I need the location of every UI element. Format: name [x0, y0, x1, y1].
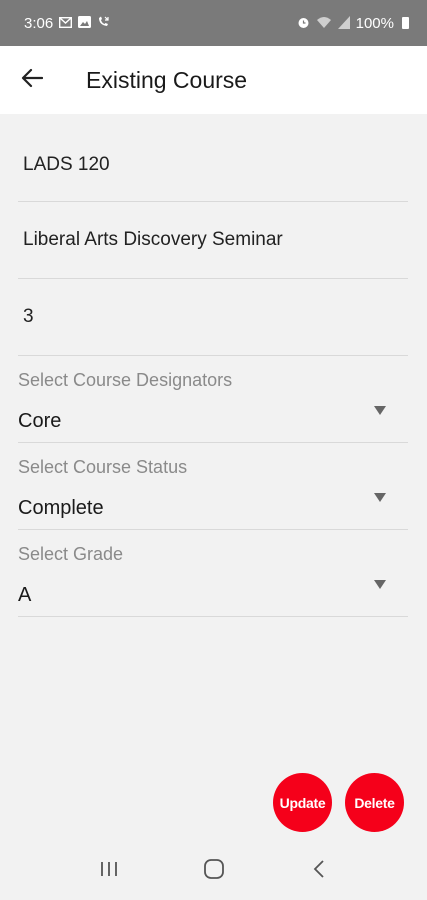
- course-form: LADS 120 Liberal Arts Discovery Seminar …: [18, 114, 408, 617]
- status-label: Select Course Status: [18, 457, 188, 477]
- gallery-icon: [78, 16, 92, 30]
- recent-apps-icon: [99, 860, 119, 883]
- status-time: 3:06: [24, 14, 54, 32]
- home-icon: [203, 858, 225, 885]
- back-icon: [312, 859, 326, 884]
- dropdown-arrow-icon[interactable]: [374, 406, 386, 415]
- delete-button[interactable]: Delete: [345, 773, 404, 832]
- course-code-value: LADS 120: [23, 153, 110, 175]
- recent-apps-button[interactable]: [89, 852, 129, 892]
- course-code-field[interactable]: LADS 120: [18, 114, 408, 202]
- status-value: Complete: [18, 497, 104, 519]
- credits-field[interactable]: 3: [18, 279, 408, 356]
- back-button[interactable]: [12, 60, 52, 100]
- mail-icon: [59, 16, 73, 30]
- dropdown-arrow-icon[interactable]: [374, 493, 386, 502]
- status-select[interactable]: Select Course Status Complete: [18, 443, 408, 530]
- dropdown-arrow-icon[interactable]: [374, 580, 386, 589]
- grade-label: Select Grade: [18, 544, 124, 564]
- course-name-value: Liberal Arts Discovery Seminar: [23, 229, 283, 250]
- page-title: Existing Course: [86, 66, 248, 93]
- update-button[interactable]: Update: [273, 773, 332, 832]
- arrow-left-icon: [21, 68, 44, 93]
- system-nav-bar: [0, 843, 427, 900]
- status-right: 100%: [297, 15, 409, 32]
- designators-label: Select Course Designators: [18, 370, 233, 390]
- nav-back-button[interactable]: [299, 852, 339, 892]
- app-bar: Existing Course: [0, 46, 427, 114]
- grade-select[interactable]: Select Grade A: [18, 530, 408, 617]
- status-left: 3:06: [24, 15, 110, 32]
- battery-icon: [402, 17, 409, 29]
- designators-select[interactable]: Select Course Designators Core: [18, 356, 408, 443]
- alarm-icon: [297, 16, 310, 31]
- missed-call-icon: [97, 16, 110, 30]
- credits-value: 3: [23, 306, 34, 327]
- status-bar: 3:06 100%: [0, 0, 427, 46]
- grade-value: A: [18, 584, 32, 606]
- home-button[interactable]: [194, 852, 234, 892]
- course-name-field[interactable]: Liberal Arts Discovery Seminar: [18, 202, 408, 279]
- designators-value: Core: [18, 410, 62, 432]
- wifi-icon: [316, 16, 332, 31]
- battery-percent: 100%: [355, 14, 394, 32]
- signal-icon: [337, 15, 350, 31]
